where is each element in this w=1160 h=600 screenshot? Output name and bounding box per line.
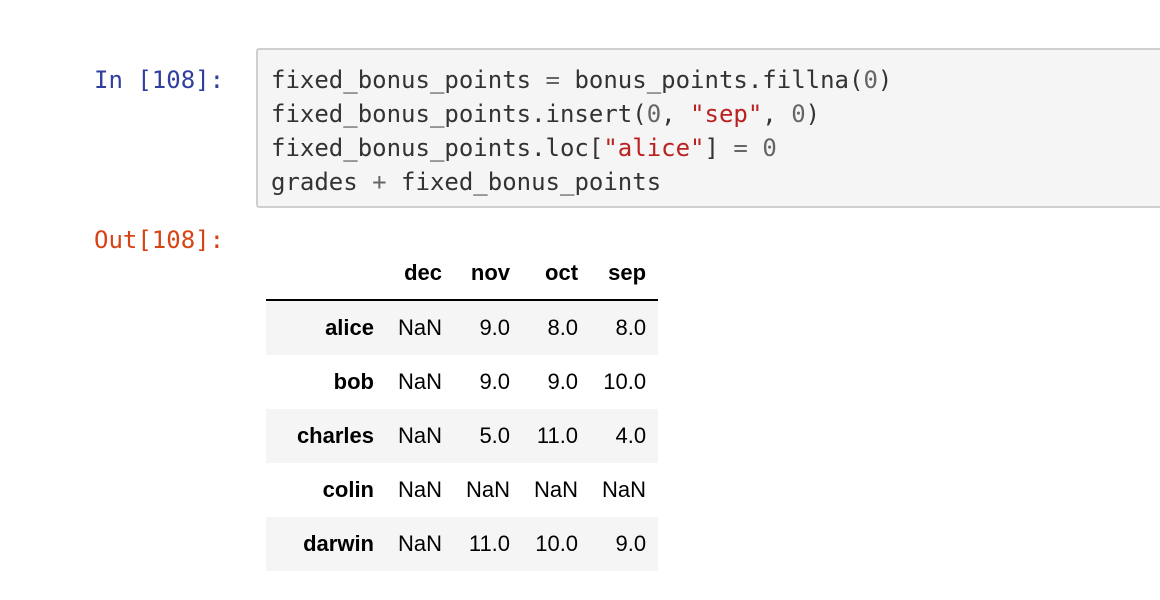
code-token: fixed_bonus_points: [271, 66, 546, 94]
code-token: 0: [791, 100, 806, 128]
table-cell: 8.0: [547, 315, 579, 340]
code-token: =: [733, 134, 748, 162]
table-cell: 4.0: [615, 423, 647, 448]
table-cell: 5.0: [479, 423, 511, 448]
table-row: alice NaN 9.0 8.0 8.0: [266, 300, 659, 355]
code-token: bonus_points.fillna(: [560, 66, 864, 94]
row-index-label: bob: [333, 369, 374, 394]
table-cell: NaN: [602, 477, 647, 502]
table-cell: NaN: [534, 477, 579, 502]
table-cell: 10.0: [535, 531, 579, 556]
table-cell: 10.0: [603, 369, 647, 394]
code-token: grades: [271, 168, 373, 196]
row-index-label: charles: [296, 423, 374, 448]
row-index-label: alice: [325, 315, 374, 340]
table-cell: NaN: [398, 369, 443, 394]
output-prompt: Out[108]:: [94, 226, 225, 254]
table-body: alice NaN 9.0 8.0 8.0 bob NaN 9.0 9.0 10.0 charles…: [266, 300, 659, 571]
code-editor[interactable]: fixed_bonus_points = bonus_points.fillna…: [271, 63, 892, 199]
code-token: ): [805, 100, 821, 128]
table-row: colin NaN NaN NaN NaN: [266, 463, 659, 517]
dataframe-output: dec nov oct sep alice NaN 9.0 8.0 8.0 bob NaN 9.0 9…: [266, 247, 659, 571]
code-token: "sep": [690, 100, 763, 128]
table-cell: 8.0: [615, 315, 647, 340]
code-token: =: [545, 66, 560, 94]
column-header-oct: oct: [522, 247, 591, 301]
table-cell: 9.0: [479, 369, 511, 394]
table-cell: 11.0: [536, 423, 579, 448]
table-cell: NaN: [466, 477, 511, 502]
row-index-label: colin: [322, 477, 374, 502]
input-prompt: In [108]:: [94, 66, 225, 94]
row-index-label: darwin: [303, 531, 374, 556]
table-cell: NaN: [398, 315, 443, 340]
table-row: bob NaN 9.0 9.0 10.0: [266, 355, 659, 409]
code-token: ,: [762, 100, 792, 128]
table-cell: 9.0: [615, 531, 647, 556]
table-header-row: dec nov oct sep: [266, 247, 659, 301]
code-token: ]: [704, 134, 734, 162]
code-token: ): [877, 66, 893, 94]
code-token: ,: [661, 100, 691, 128]
column-header-dec: dec: [386, 247, 455, 301]
table-cell: NaN: [398, 423, 443, 448]
table-cell: 9.0: [547, 369, 579, 394]
table-cell: 9.0: [479, 315, 511, 340]
code-token: +: [372, 168, 387, 196]
code-token: 0: [646, 100, 662, 128]
table-row: darwin NaN 11.0 10.0 9.0: [266, 517, 659, 571]
code-line: grades + fixed_bonus_points: [271, 165, 892, 199]
column-header-nov: nov: [454, 247, 523, 301]
table-cell: NaN: [398, 477, 443, 502]
table-cell: NaN: [398, 531, 443, 556]
code-line: fixed_bonus_points.insert(0, "sep", 0): [271, 97, 892, 131]
column-header-sep: sep: [590, 247, 659, 301]
code-token: fixed_bonus_points.loc[: [271, 134, 604, 162]
code-token: fixed_bonus_points: [386, 168, 662, 196]
code-token: "alice": [603, 134, 705, 162]
code-cell[interactable]: fixed_bonus_points = bonus_points.fillna…: [256, 48, 1160, 208]
code-token: fixed_bonus_points.insert(: [271, 100, 647, 128]
code-line: fixed_bonus_points = bonus_points.fillna…: [271, 63, 892, 97]
code-token: 0: [762, 134, 777, 162]
table-row: charles NaN 5.0 11.0 4.0: [266, 409, 659, 463]
code-token: 0: [863, 66, 878, 94]
code-line: fixed_bonus_points.loc["alice"] = 0: [271, 131, 892, 165]
table-cell: 11.0: [468, 531, 511, 556]
index-column-header: [266, 247, 386, 301]
